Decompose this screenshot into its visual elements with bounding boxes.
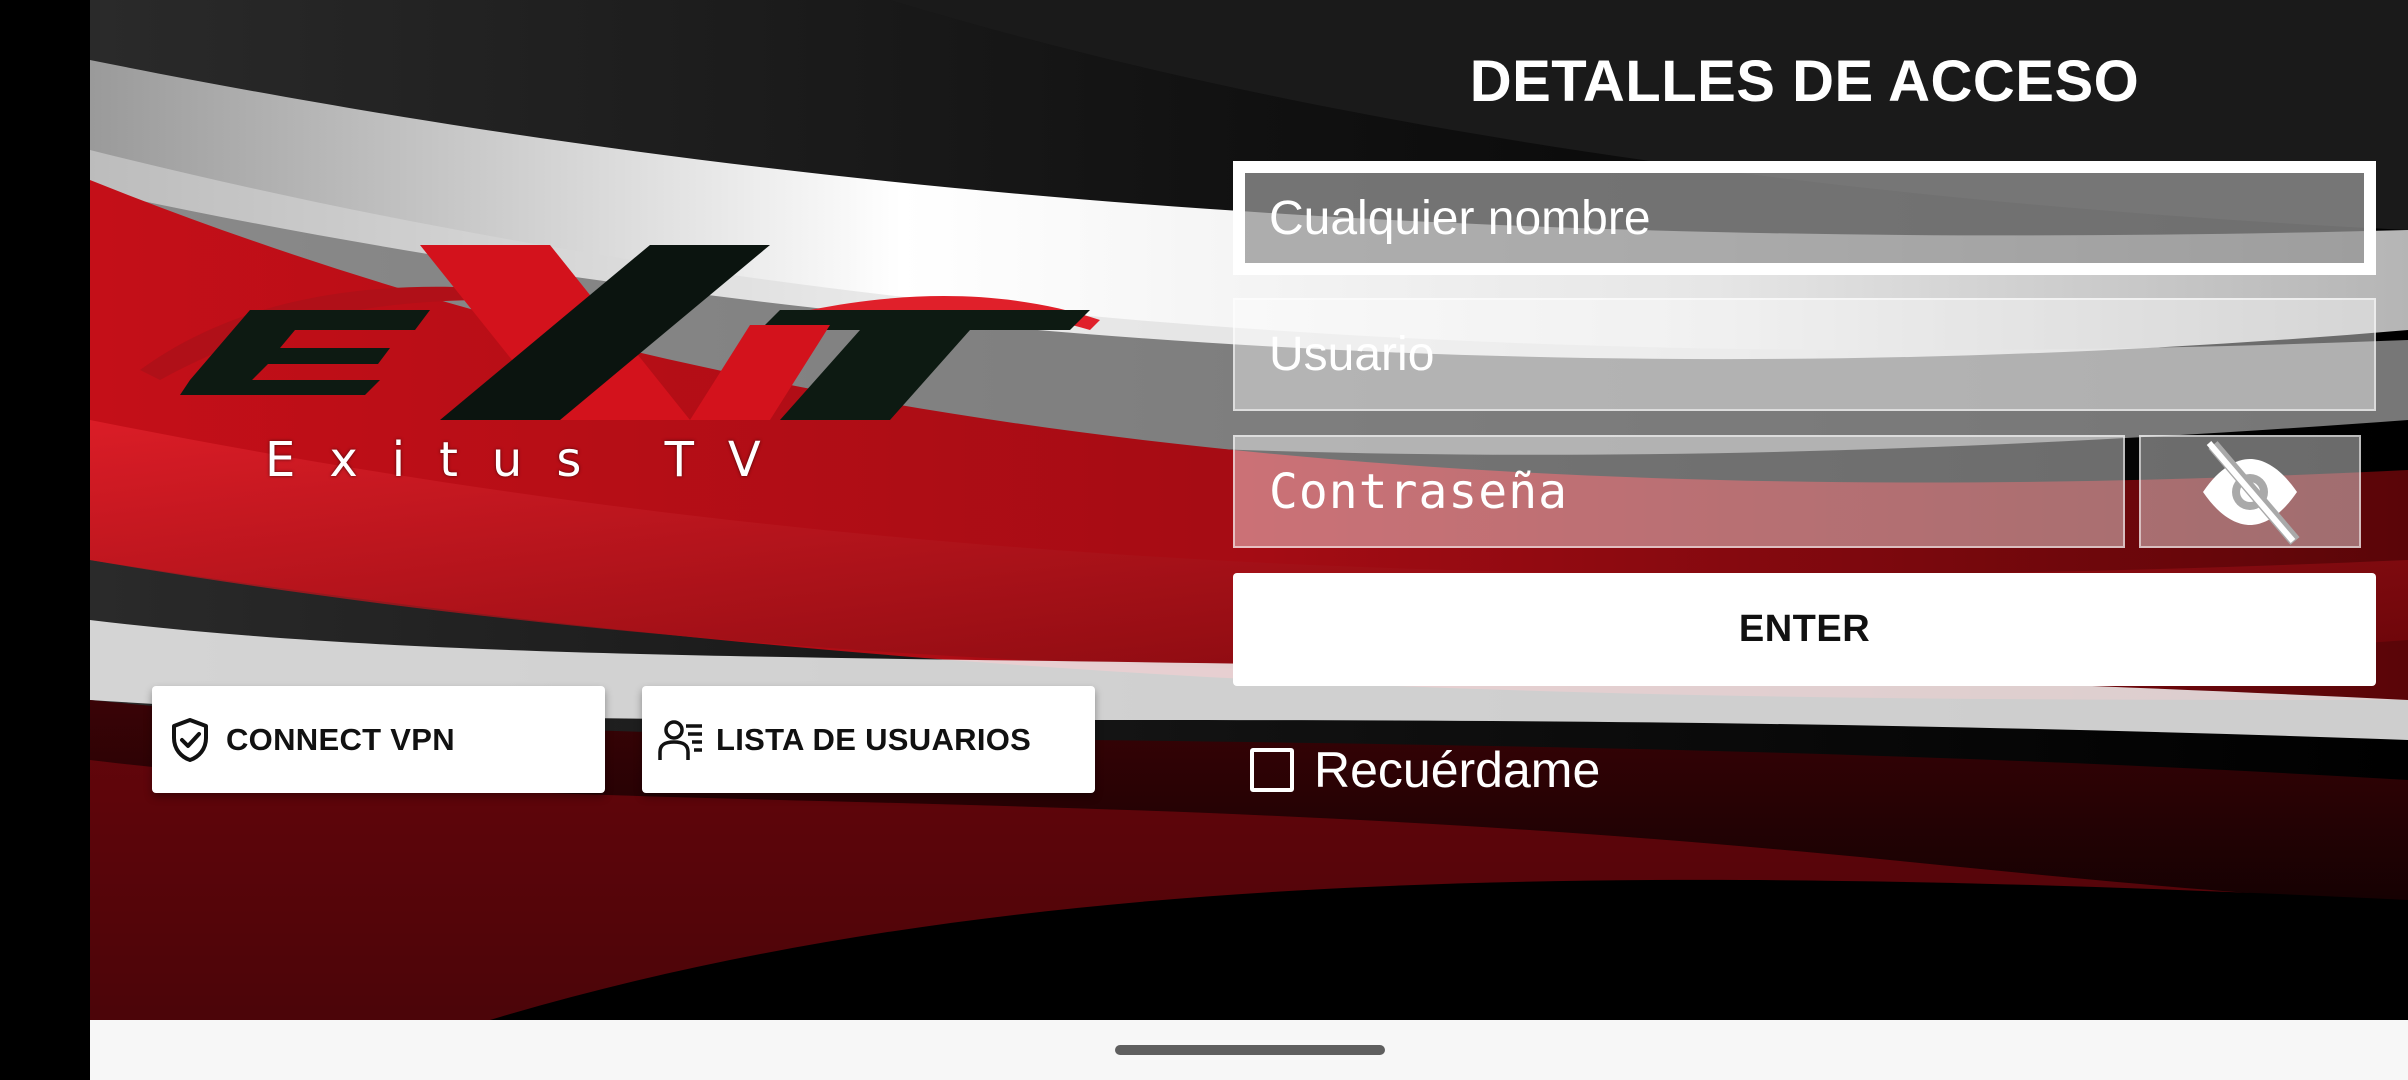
user-list-icon (656, 716, 704, 764)
eye-off-icon (2203, 440, 2300, 545)
toggle-password-visibility-button[interactable] (2139, 435, 2361, 548)
screen: Exitus TV CONNECT VPN LISTA DE USUARIOS … (0, 0, 2408, 1080)
remember-me-label: Recuérdame (1314, 742, 1601, 798)
login-title: DETALLES DE ACCESO (1469, 49, 2140, 114)
remember-me-toggle[interactable]: Recuérdame (1250, 740, 1600, 800)
ext-logo-icon (140, 245, 1100, 420)
shield-check-icon (166, 716, 214, 764)
connect-vpn-label: CONNECT VPN (226, 721, 455, 757)
home-gesture-handle[interactable] (1115, 1045, 1385, 1055)
user-list-button[interactable]: LISTA DE USUARIOS (642, 686, 1095, 793)
connect-vpn-button[interactable]: CONNECT VPN (152, 686, 605, 793)
enter-button[interactable]: ENTER (1233, 573, 2376, 686)
remember-me-checkbox[interactable] (1250, 748, 1294, 792)
any-name-field[interactable] (1233, 161, 2376, 275)
user-list-label: LISTA DE USUARIOS (716, 721, 1032, 757)
username-field[interactable] (1233, 298, 2376, 411)
system-navigation-bar (90, 1020, 2408, 1080)
left-black-strip (0, 0, 90, 1020)
logo-tagline: Exitus TV (265, 432, 795, 488)
password-field[interactable] (1233, 435, 2125, 548)
